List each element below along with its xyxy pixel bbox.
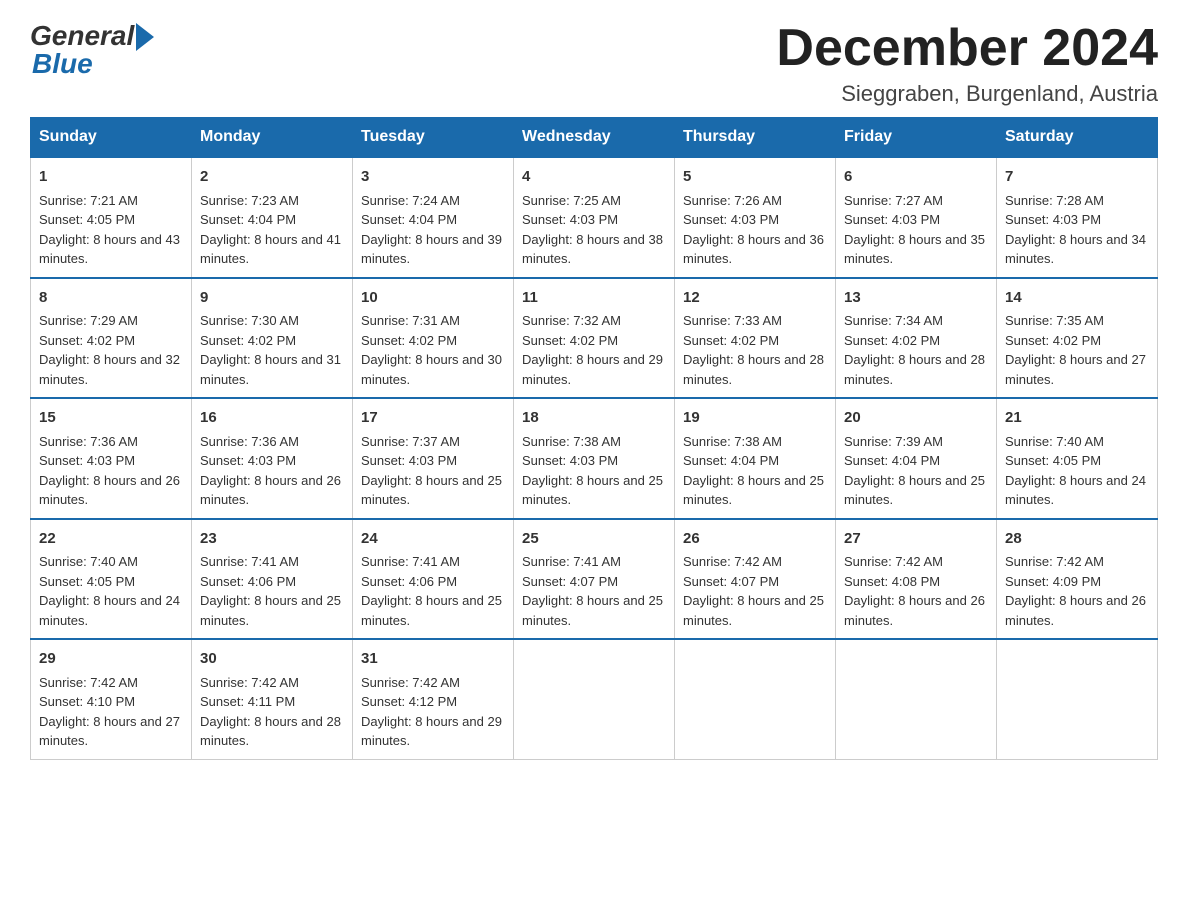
header-saturday: Saturday	[997, 118, 1158, 158]
calendar-day-cell: 1Sunrise: 7:21 AMSunset: 4:05 PMDaylight…	[31, 157, 192, 278]
calendar-body: 1Sunrise: 7:21 AMSunset: 4:05 PMDaylight…	[31, 157, 1158, 759]
calendar-day-cell: 30Sunrise: 7:42 AMSunset: 4:11 PMDayligh…	[192, 639, 353, 759]
calendar-day-cell: 25Sunrise: 7:41 AMSunset: 4:07 PMDayligh…	[514, 519, 675, 640]
calendar-day-cell: 24Sunrise: 7:41 AMSunset: 4:06 PMDayligh…	[353, 519, 514, 640]
calendar-day-cell: 23Sunrise: 7:41 AMSunset: 4:06 PMDayligh…	[192, 519, 353, 640]
day-number: 29	[39, 648, 183, 671]
calendar-day-cell: 31Sunrise: 7:42 AMSunset: 4:12 PMDayligh…	[353, 639, 514, 759]
day-number: 6	[844, 166, 988, 189]
day-number: 25	[522, 528, 666, 551]
calendar-day-cell: 18Sunrise: 7:38 AMSunset: 4:03 PMDayligh…	[514, 398, 675, 519]
day-number: 8	[39, 287, 183, 310]
day-number: 11	[522, 287, 666, 310]
calendar-day-cell: 28Sunrise: 7:42 AMSunset: 4:09 PMDayligh…	[997, 519, 1158, 640]
calendar-day-cell: 2Sunrise: 7:23 AMSunset: 4:04 PMDaylight…	[192, 157, 353, 278]
calendar-day-cell: 9Sunrise: 7:30 AMSunset: 4:02 PMDaylight…	[192, 278, 353, 399]
location-text: Sieggraben, Burgenland, Austria	[776, 81, 1158, 107]
day-number: 23	[200, 528, 344, 551]
day-number: 19	[683, 407, 827, 430]
calendar-day-cell: 17Sunrise: 7:37 AMSunset: 4:03 PMDayligh…	[353, 398, 514, 519]
calendar-week-row: 1Sunrise: 7:21 AMSunset: 4:05 PMDaylight…	[31, 157, 1158, 278]
header-row: SundayMondayTuesdayWednesdayThursdayFrid…	[31, 118, 1158, 158]
calendar-day-cell: 11Sunrise: 7:32 AMSunset: 4:02 PMDayligh…	[514, 278, 675, 399]
calendar-week-row: 29Sunrise: 7:42 AMSunset: 4:10 PMDayligh…	[31, 639, 1158, 759]
calendar-day-cell: 21Sunrise: 7:40 AMSunset: 4:05 PMDayligh…	[997, 398, 1158, 519]
day-number: 17	[361, 407, 505, 430]
calendar-week-row: 22Sunrise: 7:40 AMSunset: 4:05 PMDayligh…	[31, 519, 1158, 640]
calendar-day-cell: 16Sunrise: 7:36 AMSunset: 4:03 PMDayligh…	[192, 398, 353, 519]
title-section: December 2024 Sieggraben, Burgenland, Au…	[776, 20, 1158, 107]
day-number: 22	[39, 528, 183, 551]
calendar-day-cell: 19Sunrise: 7:38 AMSunset: 4:04 PMDayligh…	[675, 398, 836, 519]
day-number: 27	[844, 528, 988, 551]
calendar-day-cell	[675, 639, 836, 759]
day-number: 15	[39, 407, 183, 430]
day-number: 7	[1005, 166, 1149, 189]
calendar-day-cell	[514, 639, 675, 759]
calendar-header: SundayMondayTuesdayWednesdayThursdayFrid…	[31, 118, 1158, 158]
logo: General Blue	[30, 20, 154, 80]
calendar-day-cell: 26Sunrise: 7:42 AMSunset: 4:07 PMDayligh…	[675, 519, 836, 640]
day-number: 5	[683, 166, 827, 189]
header-monday: Monday	[192, 118, 353, 158]
day-number: 21	[1005, 407, 1149, 430]
calendar-day-cell: 3Sunrise: 7:24 AMSunset: 4:04 PMDaylight…	[353, 157, 514, 278]
calendar-week-row: 15Sunrise: 7:36 AMSunset: 4:03 PMDayligh…	[31, 398, 1158, 519]
day-number: 13	[844, 287, 988, 310]
day-number: 3	[361, 166, 505, 189]
header-sunday: Sunday	[31, 118, 192, 158]
month-title: December 2024	[776, 20, 1158, 77]
calendar-day-cell: 10Sunrise: 7:31 AMSunset: 4:02 PMDayligh…	[353, 278, 514, 399]
day-number: 1	[39, 166, 183, 189]
day-number: 26	[683, 528, 827, 551]
calendar-week-row: 8Sunrise: 7:29 AMSunset: 4:02 PMDaylight…	[31, 278, 1158, 399]
day-number: 24	[361, 528, 505, 551]
day-number: 14	[1005, 287, 1149, 310]
calendar-day-cell: 4Sunrise: 7:25 AMSunset: 4:03 PMDaylight…	[514, 157, 675, 278]
calendar-day-cell: 7Sunrise: 7:28 AMSunset: 4:03 PMDaylight…	[997, 157, 1158, 278]
calendar-day-cell: 20Sunrise: 7:39 AMSunset: 4:04 PMDayligh…	[836, 398, 997, 519]
calendar-day-cell	[836, 639, 997, 759]
day-number: 9	[200, 287, 344, 310]
header-friday: Friday	[836, 118, 997, 158]
logo-blue-text: Blue	[30, 48, 93, 80]
day-number: 2	[200, 166, 344, 189]
header-tuesday: Tuesday	[353, 118, 514, 158]
calendar-day-cell: 13Sunrise: 7:34 AMSunset: 4:02 PMDayligh…	[836, 278, 997, 399]
calendar-day-cell: 15Sunrise: 7:36 AMSunset: 4:03 PMDayligh…	[31, 398, 192, 519]
calendar-day-cell	[997, 639, 1158, 759]
day-number: 4	[522, 166, 666, 189]
day-number: 31	[361, 648, 505, 671]
calendar-day-cell: 14Sunrise: 7:35 AMSunset: 4:02 PMDayligh…	[997, 278, 1158, 399]
calendar-day-cell: 6Sunrise: 7:27 AMSunset: 4:03 PMDaylight…	[836, 157, 997, 278]
day-number: 12	[683, 287, 827, 310]
calendar-day-cell: 12Sunrise: 7:33 AMSunset: 4:02 PMDayligh…	[675, 278, 836, 399]
day-number: 20	[844, 407, 988, 430]
calendar-day-cell: 27Sunrise: 7:42 AMSunset: 4:08 PMDayligh…	[836, 519, 997, 640]
calendar-day-cell: 22Sunrise: 7:40 AMSunset: 4:05 PMDayligh…	[31, 519, 192, 640]
day-number: 28	[1005, 528, 1149, 551]
calendar-table: SundayMondayTuesdayWednesdayThursdayFrid…	[30, 117, 1158, 760]
page-header: General Blue December 2024 Sieggraben, B…	[30, 20, 1158, 107]
calendar-day-cell: 8Sunrise: 7:29 AMSunset: 4:02 PMDaylight…	[31, 278, 192, 399]
day-number: 16	[200, 407, 344, 430]
day-number: 10	[361, 287, 505, 310]
calendar-day-cell: 29Sunrise: 7:42 AMSunset: 4:10 PMDayligh…	[31, 639, 192, 759]
header-wednesday: Wednesday	[514, 118, 675, 158]
day-number: 30	[200, 648, 344, 671]
logo-arrow-icon	[136, 23, 154, 51]
header-thursday: Thursday	[675, 118, 836, 158]
day-number: 18	[522, 407, 666, 430]
calendar-day-cell: 5Sunrise: 7:26 AMSunset: 4:03 PMDaylight…	[675, 157, 836, 278]
